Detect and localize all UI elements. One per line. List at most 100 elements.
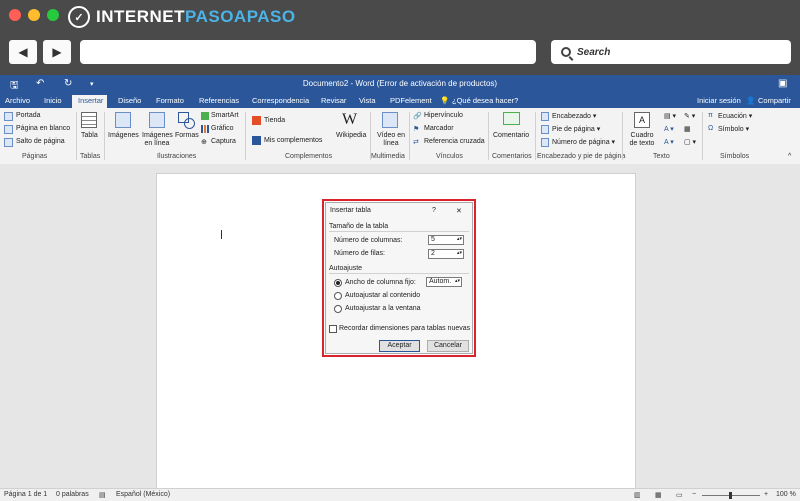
zoom-out-icon[interactable]: − [692, 491, 696, 498]
radio-autofit-content[interactable] [334, 292, 342, 300]
section-divider [329, 231, 469, 232]
bookmark-button[interactable]: Marcador [424, 125, 454, 132]
ribbon-tabs: Archivo Inicio Insertar Diseño Formato R… [0, 94, 800, 108]
ok-button[interactable]: Aceptar [379, 340, 420, 352]
table-icon [81, 112, 97, 128]
cross-reference-button[interactable]: Referencia cruzada [424, 138, 485, 145]
radio-autofit-window[interactable] [334, 305, 342, 313]
tab-pdfelement[interactable]: PDFelement [390, 96, 432, 105]
zoom-slider-handle[interactable] [729, 492, 732, 499]
tab-inicio[interactable]: Inicio [44, 96, 62, 105]
close-window-icon[interactable] [9, 9, 21, 21]
minimize-window-icon[interactable] [28, 9, 40, 21]
smartart-button[interactable]: SmartArt [211, 112, 239, 119]
rows-label: Número de filas: [334, 250, 385, 257]
collapse-ribbon-icon[interactable]: ^ [788, 153, 791, 160]
help-icon[interactable]: ? [432, 207, 436, 214]
my-addins-button[interactable]: Mis complementos [264, 137, 322, 144]
comment-button[interactable]: Comentario [493, 132, 529, 139]
user-icon: 👤 [746, 96, 756, 105]
page-break-icon [4, 138, 13, 147]
stepper-arrows-icon[interactable]: ▴▾ [457, 249, 462, 257]
tab-referencias[interactable]: Referencias [199, 96, 239, 105]
text-box-button[interactable]: Cuadro de texto [626, 132, 658, 148]
tab-revisar[interactable]: Revisar [321, 96, 346, 105]
wikipedia-icon: W [342, 111, 358, 128]
url-bar[interactable] [80, 40, 536, 64]
hyperlink-button[interactable]: Hipervínculo [424, 112, 463, 119]
group-separator [622, 112, 623, 160]
tab-archivo[interactable]: Archivo [5, 96, 30, 105]
shapes-button[interactable]: Formas [175, 132, 199, 139]
date-time-icon[interactable]: ▦ [684, 125, 691, 133]
tab-insertar[interactable]: Insertar [78, 96, 103, 105]
object-icon[interactable]: ▢ ▾ [684, 138, 696, 146]
autofit-content-label: Autoajustar al contenido [345, 292, 421, 299]
forward-button[interactable]: ▶ [43, 40, 71, 64]
shapes-icon [178, 112, 195, 129]
logo-check-icon: ✓ [68, 6, 90, 28]
share-button[interactable]: Compartir [758, 96, 791, 105]
proofing-icon[interactable]: ▤ [99, 491, 106, 499]
store-button[interactable]: Tienda [264, 117, 285, 124]
quick-parts-icon[interactable]: ▤ ▾ [664, 112, 676, 120]
text-box-icon: A [634, 112, 650, 128]
logo-text-pasoapaso: PASOAPASO [185, 7, 296, 26]
ribbon-display-icon[interactable]: ▣ [778, 78, 787, 89]
maximize-window-icon[interactable] [47, 9, 59, 21]
group-label-paginas: Páginas [22, 153, 48, 160]
read-mode-icon[interactable]: ▥ [634, 491, 641, 499]
header-button[interactable]: Encabezado ▾ [552, 112, 596, 120]
table-button[interactable]: Tabla [81, 132, 98, 139]
columns-stepper[interactable]: 5 ▴▾ [428, 235, 464, 245]
close-icon[interactable]: ✕ [456, 207, 462, 215]
section-table-size: Tamaño de la tabla [329, 223, 389, 230]
stepper-arrows-icon[interactable]: ▴▾ [455, 277, 460, 285]
fixed-width-stepper[interactable]: Autom. ▴▾ [426, 277, 462, 287]
remember-label: Recordar dimensiones para tablas nuevas [339, 325, 471, 332]
equation-button[interactable]: Ecuación ▾ [718, 112, 752, 120]
cover-page-button[interactable]: Portada [16, 112, 41, 119]
tab-vista[interactable]: Vista [359, 96, 376, 105]
print-layout-icon[interactable]: ▦ [655, 491, 662, 499]
tab-correspondencia[interactable]: Correspondencia [252, 96, 309, 105]
wikipedia-button[interactable]: Wikipedia [336, 132, 366, 139]
online-pictures-button[interactable]: Imágenes en línea [142, 132, 173, 148]
zoom-level[interactable]: 100 % [776, 491, 796, 498]
wordart-icon[interactable]: A ▾ [664, 125, 674, 133]
symbol-button[interactable]: Símbolo ▾ [718, 125, 749, 133]
lightbulb-icon: 💡 [440, 96, 450, 105]
search-input[interactable]: Search [551, 40, 791, 64]
group-label-vinculos: Vínculos [436, 153, 463, 160]
remember-checkbox[interactable] [329, 325, 337, 333]
screenshot-button[interactable]: Captura [211, 138, 236, 145]
tell-me-input[interactable]: ¿Qué desea hacer? [452, 96, 518, 105]
radio-fixed-width[interactable] [334, 279, 342, 287]
chart-button[interactable]: Gráfico [211, 125, 234, 132]
web-layout-icon[interactable]: ▭ [676, 491, 683, 499]
cancel-button[interactable]: Cancelar [427, 340, 469, 352]
tab-diseno[interactable]: Diseño [118, 96, 141, 105]
drop-cap-icon[interactable]: A ▾ [664, 138, 674, 146]
page-break-button[interactable]: Salto de página [16, 138, 65, 145]
stepper-arrows-icon[interactable]: ▴▾ [457, 235, 462, 243]
page-number-button[interactable]: Número de página ▾ [552, 138, 615, 146]
browser-title-bar: ✓ INTERNETPASOAPASO [0, 0, 800, 35]
online-video-button[interactable]: Vídeo en línea [376, 132, 406, 148]
group-label-comentarios: Comentarios [492, 153, 532, 160]
signature-line-icon[interactable]: ✎ ▾ [684, 112, 695, 120]
blank-page-button[interactable]: Página en blanco [16, 125, 70, 132]
page-count[interactable]: Página 1 de 1 [4, 491, 47, 498]
footer-button[interactable]: Pie de página ▾ [552, 125, 600, 133]
rows-stepper[interactable]: 2 ▴▾ [428, 249, 464, 259]
video-icon [382, 112, 398, 128]
sign-in-link[interactable]: Iniciar sesión [697, 96, 741, 105]
back-button[interactable]: ◀ [9, 40, 37, 64]
zoom-in-icon[interactable]: + [764, 491, 768, 498]
word-count[interactable]: 0 palabras [56, 491, 89, 498]
pictures-button[interactable]: Imágenes [108, 132, 139, 139]
group-label-ilustraciones: Ilustraciones [157, 153, 197, 160]
ribbon: Portada Página en blanco Salto de página… [0, 108, 800, 165]
language-indicator[interactable]: Español (México) [116, 491, 170, 498]
tab-formato[interactable]: Formato [156, 96, 184, 105]
